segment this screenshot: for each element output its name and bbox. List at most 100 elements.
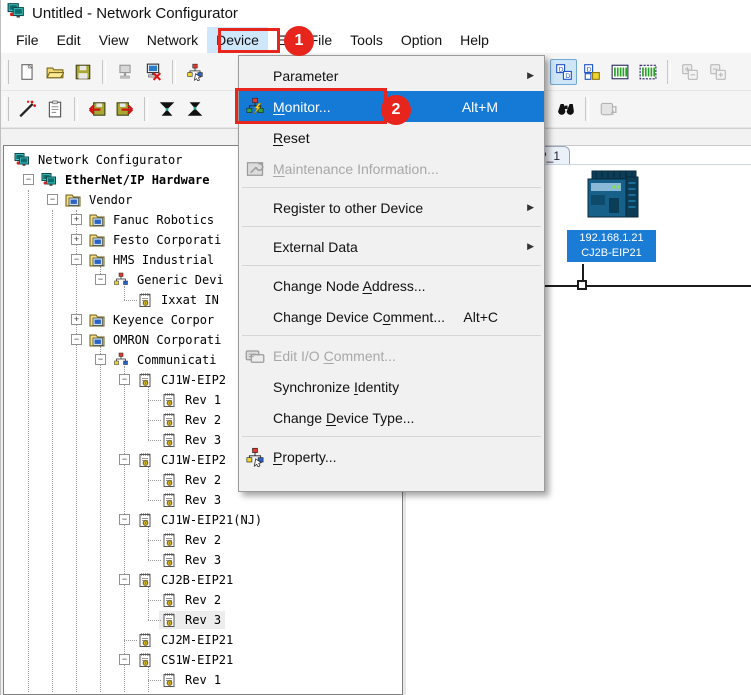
device-icon [161, 552, 177, 568]
property-icon [245, 447, 265, 467]
tree-item-rev-3-20[interactable]: Rev 3 [4, 550, 402, 570]
tree-item-rev-1-26[interactable]: Rev 1 [4, 670, 402, 690]
table-green2-icon [639, 63, 657, 81]
collapse-box[interactable]: − [119, 514, 130, 525]
orgchart [113, 272, 129, 288]
plc-device-icon [561, 166, 666, 226]
menu-item-change-device-type[interactable]: Change Device Type... [239, 402, 544, 433]
menubar-item-tools[interactable]: Tools [341, 27, 392, 53]
network-junction-square [577, 280, 587, 290]
folder [89, 332, 105, 348]
collapse-box[interactable]: − [119, 374, 130, 385]
tree-guide-stub [124, 640, 137, 642]
menu-item-monitor[interactable]: Monitor...Alt+M [239, 91, 544, 122]
device [161, 612, 177, 628]
device-icon [137, 632, 153, 648]
menu-item-parameter[interactable]: Parameter▶ [239, 60, 544, 91]
menu-item-register-to-other-device[interactable]: Register to other Device▶ [239, 192, 544, 223]
menu-item-synchronize-identity[interactable]: Synchronize Identity [239, 371, 544, 402]
tree-item-label: Festo Corporati [113, 230, 221, 250]
tree-item-cs1w-eip21[interactable]: − CS1W-EIP21 [4, 650, 402, 670]
expand-box[interactable]: + [71, 214, 82, 225]
menu-item-reset[interactable]: Reset [239, 122, 544, 153]
expand-box[interactable]: + [71, 314, 82, 325]
device [161, 552, 177, 568]
collapse-box[interactable]: − [23, 174, 34, 185]
menu-item-property[interactable]: Property... [239, 441, 544, 472]
tree-item-cj1w-eip21-nj[interactable]: −CJ1W-EIP21(NJ) [4, 510, 402, 530]
toolbar-button-layout-mixed-icon[interactable]: D [578, 59, 605, 85]
expand-box[interactable]: + [71, 234, 82, 245]
menubar-item-eds-file[interactable]: EDS File [268, 27, 341, 53]
menubar-item-network[interactable]: Network [138, 27, 207, 53]
tree-guide-stub [148, 600, 161, 602]
submenu-arrow-icon: ▶ [527, 241, 534, 252]
tree-item-rev-3-17[interactable]: Rev 3 [4, 490, 402, 510]
toolbar-button-open-folder-icon[interactable] [41, 59, 68, 85]
tree-item-cj2m-eip21[interactable]: CJ2M-EIP21 [4, 630, 402, 650]
tree-item-label: CJ2M-EIP21 [161, 630, 233, 650]
toolbar-button-remove-device-icon [704, 59, 731, 85]
computer [14, 152, 30, 168]
computer-icon [41, 172, 57, 188]
menubar-item-device[interactable]: Device [207, 27, 268, 53]
toolbar-button-table-green-icon[interactable] [606, 59, 633, 85]
tree-item-rev-2-22[interactable]: Rev 2 [4, 590, 402, 610]
toolbar-button-clipboard-icon[interactable] [41, 96, 68, 122]
toolbar-button-layout-blue-icon[interactable]: DD [550, 59, 577, 85]
toolbar-button-wizard-icon[interactable] [13, 96, 40, 122]
toolbar-button-fan-up-icon[interactable] [181, 96, 208, 122]
collapse-box[interactable]: − [119, 574, 130, 585]
device-icon [137, 652, 153, 668]
menu-item-change-node-address[interactable]: Change Node Address... [239, 270, 544, 301]
toolbar-button-connect-network-icon[interactable] [139, 59, 166, 85]
folder-icon [89, 332, 105, 348]
menu-item-label: Property... [273, 449, 337, 465]
device-node-cj2b-eip21[interactable]: 192.168.1.21 CJ2B-EIP21 [561, 166, 666, 262]
collapse-box[interactable]: − [71, 254, 82, 265]
menubar-item-edit[interactable]: Edit [48, 27, 90, 53]
collapse-box[interactable]: − [71, 334, 82, 345]
toolbar-button-save-icon[interactable] [69, 59, 96, 85]
toolbar-button-binoculars-icon[interactable] [552, 96, 579, 122]
collapse-box[interactable]: − [95, 274, 106, 285]
tree-item-label: Rev 3 [185, 610, 221, 630]
toolbar-gripper[interactable] [4, 97, 9, 121]
toolbar-button-net-station-icon [111, 59, 138, 85]
toolbar-button-upload-floppy-icon[interactable] [83, 96, 110, 122]
menu-item-change-device-comment[interactable]: Change Device Comment...Alt+C [239, 301, 544, 332]
plc-icon [582, 166, 646, 226]
tree-item-rev-3-23[interactable]: Rev 3 [4, 610, 402, 630]
layout-mixed-icon: D [583, 63, 601, 81]
menubar-item-view[interactable]: View [90, 27, 138, 53]
tree-guide-stub [124, 300, 137, 302]
toolbar-separator [667, 60, 671, 84]
stamp-icon [599, 100, 617, 118]
menubar-item-help[interactable]: Help [451, 27, 498, 53]
toolbar-button-new-file-icon[interactable] [13, 59, 40, 85]
menubar-item-file[interactable]: File [7, 27, 48, 53]
tree-item-rev-2-19[interactable]: Rev 2 [4, 530, 402, 550]
net-station-icon [116, 63, 134, 81]
tree-guide-stub [148, 500, 161, 502]
menu-item-label: Edit I/O Comment... [273, 348, 396, 364]
menu-item-external-data[interactable]: External Data▶ [239, 231, 544, 262]
menu-item-label: Change Device Type... [273, 410, 414, 426]
toolbar-gripper[interactable] [4, 60, 9, 84]
tree-item-cj2b-eip21[interactable]: −CJ2B-EIP21 [4, 570, 402, 590]
toolbar-button-download-floppy-icon[interactable] [111, 96, 138, 122]
collapse-box[interactable]: − [119, 454, 130, 465]
menu-separator [239, 184, 544, 192]
device-icon [161, 672, 177, 688]
collapse-box[interactable]: − [119, 654, 130, 665]
toolbar-button-setup-network-icon[interactable] [181, 59, 208, 85]
toolbar-button-fan-down-icon[interactable] [153, 96, 180, 122]
device-icon [161, 492, 177, 508]
tree-item-label: CS1W-EIP21 [161, 650, 233, 670]
tree-guide-stub [148, 480, 161, 482]
collapse-box[interactable]: − [95, 354, 106, 365]
new-file-icon [18, 63, 36, 81]
collapse-box[interactable]: − [47, 194, 58, 205]
toolbar-button-table-green2-icon[interactable] [634, 59, 661, 85]
menubar-item-option[interactable]: Option [392, 27, 451, 53]
